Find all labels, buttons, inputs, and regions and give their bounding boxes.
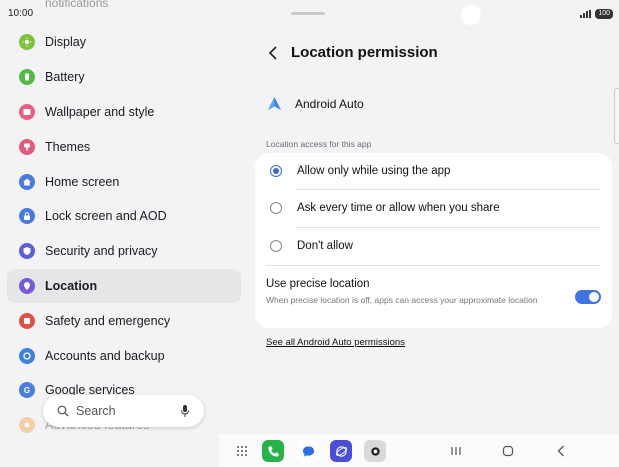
battery-indicator: 100 — [595, 9, 613, 19]
search-label: Search — [76, 404, 116, 418]
back-nav-button[interactable] — [555, 445, 567, 457]
android-auto-icon — [267, 96, 282, 111]
divider — [296, 227, 600, 228]
svg-text:G: G — [24, 386, 30, 395]
menu-item-location[interactable]: Location — [7, 268, 241, 304]
option-dont-allow[interactable]: Don't allow — [270, 236, 353, 256]
menu-item-home-screen[interactable]: Home screen — [7, 164, 241, 199]
camera-app-icon[interactable] — [364, 440, 386, 462]
menu-item-partial: notifications — [45, 0, 109, 10]
permission-card: Allow only while using the app Ask every… — [255, 153, 612, 328]
radio-unselected[interactable] — [270, 202, 282, 214]
divider — [266, 265, 601, 266]
search-button[interactable]: Search — [43, 395, 204, 427]
internet-app-icon[interactable] — [330, 440, 352, 462]
radio-unselected[interactable] — [270, 240, 282, 252]
page-title: Location permission — [291, 44, 438, 61]
menu-item-safety[interactable]: Safety and emergency — [7, 303, 241, 338]
menu-item-accounts[interactable]: Accounts and backup — [7, 338, 241, 373]
signal-icon — [580, 10, 592, 18]
drag-handle[interactable] — [291, 12, 325, 15]
google-icon: G — [19, 382, 35, 399]
settings-menu: Display Battery Wallpaper and style Them… — [7, 25, 241, 443]
recents-button[interactable] — [450, 445, 462, 457]
apps-grid-icon[interactable] — [237, 446, 247, 456]
messages-app-icon[interactable] — [297, 440, 319, 462]
option-label: Don't allow — [297, 240, 353, 252]
home-icon — [19, 173, 35, 190]
alert-icon — [19, 312, 35, 329]
radio-selected[interactable] — [270, 165, 282, 177]
option-label: Ask every time or allow when you share — [297, 202, 500, 214]
battery-icon — [19, 69, 35, 86]
menu-item-security[interactable]: Security and privacy — [7, 234, 241, 269]
option-allow-while-using[interactable]: Allow only while using the app — [270, 161, 450, 181]
divider — [296, 189, 600, 190]
see-all-permissions-link[interactable]: See all Android Auto permissions — [266, 337, 405, 348]
menu-item-themes[interactable]: Themes — [7, 129, 241, 164]
pin-icon — [19, 277, 35, 294]
section-label: Location access for this app — [266, 139, 372, 149]
status-time: 10:00 — [8, 8, 34, 19]
app-header: Android Auto — [267, 96, 364, 111]
phone-app-icon[interactable] — [262, 440, 284, 462]
chevron-left-icon — [268, 46, 277, 60]
brush-icon — [19, 138, 35, 155]
star-icon — [19, 417, 35, 434]
shield-icon — [19, 243, 35, 260]
menu-item-label: Lock screen and AOD — [45, 209, 167, 224]
menu-item-label: Safety and emergency — [45, 313, 171, 328]
menu-item-label: Themes — [45, 139, 91, 154]
sun-icon — [19, 34, 35, 51]
microphone-icon[interactable] — [180, 404, 190, 418]
menu-item-label: Security and privacy — [45, 244, 158, 259]
back-button[interactable] — [265, 44, 281, 62]
menu-item-wallpaper[interactable]: Wallpaper and style — [7, 95, 241, 130]
menu-item-label: Location — [45, 278, 98, 293]
sync-icon — [19, 347, 35, 364]
precise-location-subtitle: When precise location is off, apps can a… — [266, 295, 538, 305]
image-icon — [19, 103, 35, 120]
search-icon — [57, 405, 69, 417]
edge-panel-handle[interactable] — [614, 88, 619, 144]
menu-item-label: Accounts and backup — [45, 348, 165, 363]
camera-cutout — [461, 5, 481, 25]
menu-item-label: Wallpaper and style — [45, 104, 155, 119]
option-ask-every-time[interactable]: Ask every time or allow when you share — [270, 198, 500, 218]
menu-item-lock-screen[interactable]: Lock screen and AOD — [7, 199, 241, 234]
app-name: Android Auto — [295, 96, 364, 111]
taskbar — [219, 434, 619, 467]
precise-location-title: Use precise location — [266, 278, 370, 290]
menu-item-display[interactable]: Display — [7, 25, 241, 60]
status-icons: 100 — [580, 9, 613, 19]
menu-item-battery[interactable]: Battery — [7, 60, 241, 95]
precise-location-toggle[interactable] — [575, 290, 601, 304]
home-button[interactable] — [502, 445, 514, 457]
settings-sidebar: notifications Display Battery Wallpaper … — [0, 0, 247, 467]
menu-item-label: Display — [45, 35, 86, 50]
lock-icon — [19, 208, 35, 225]
option-label: Allow only while using the app — [297, 165, 451, 177]
menu-item-label: Battery — [45, 70, 85, 85]
menu-item-label: Home screen — [45, 174, 120, 189]
